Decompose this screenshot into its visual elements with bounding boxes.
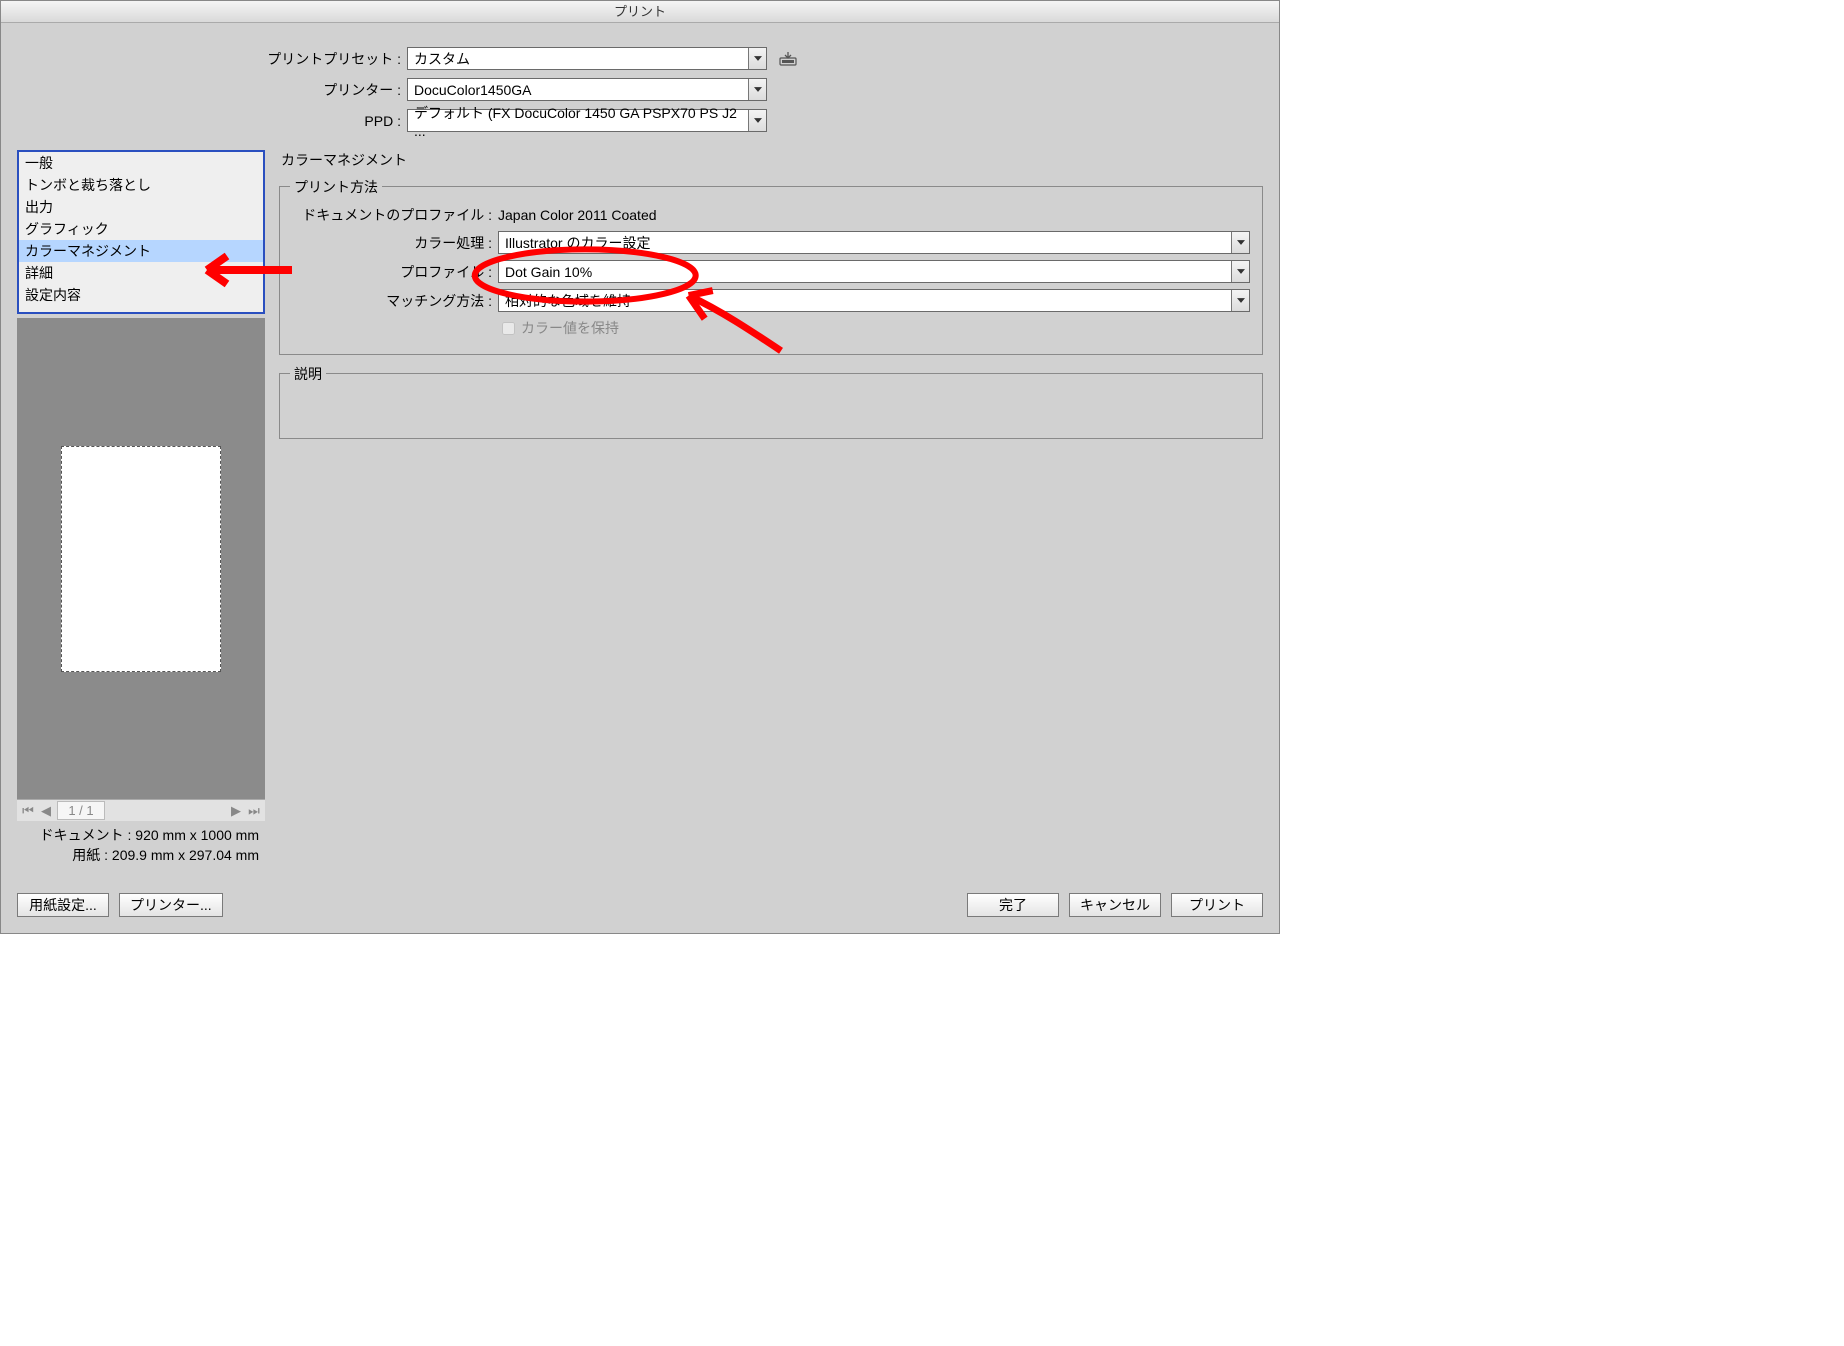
color-handling-dropdown[interactable]: Illustrator のカラー設定 xyxy=(498,231,1250,254)
preserve-color-checkbox xyxy=(502,322,515,335)
window-title: プリント xyxy=(1,1,1279,23)
button-bar: 用紙設定... プリンター... 完了 キャンセル プリント xyxy=(17,893,1263,917)
category-item[interactable]: 一般 xyxy=(19,152,263,174)
preset-dropdown[interactable]: カスタム xyxy=(407,47,767,70)
nav-next-icon[interactable]: ▶ xyxy=(229,803,243,819)
print-method-fieldset: プリント方法 ドキュメントのプロファイル : Japan Color 2011 … xyxy=(279,186,1263,355)
chevron-down-icon xyxy=(748,79,766,100)
profile-dropdown[interactable]: Dot Gain 10% xyxy=(498,260,1250,283)
printer-value: DocuColor1450GA xyxy=(414,82,532,98)
document-info: ドキュメント : 920 mm x 1000 mm 用紙 : 209.9 mm … xyxy=(17,821,265,873)
category-item[interactable]: 設定内容 xyxy=(19,284,263,306)
preset-value: カスタム xyxy=(414,49,470,69)
category-item[interactable]: グラフィック xyxy=(19,218,263,240)
preserve-color-row: カラー値を保持 xyxy=(502,318,1250,338)
paper-dimensions: 用紙 : 209.9 mm x 297.04 mm xyxy=(23,845,259,865)
doc-profile-value: Japan Color 2011 Coated xyxy=(498,207,657,223)
preset-row: プリントプリセット : カスタム xyxy=(17,47,1263,70)
nav-prev-icon[interactable]: ◀ xyxy=(39,803,53,819)
profile-row: プロファイル : Dot Gain 10% xyxy=(292,260,1250,283)
top-select-area: プリントプリセット : カスタム プリンター : xyxy=(17,47,1263,132)
cancel-button[interactable]: キャンセル xyxy=(1069,893,1161,917)
nav-last-icon[interactable]: ⏭ xyxy=(247,803,261,819)
intent-dropdown[interactable]: 相対的な色域を維持 xyxy=(498,289,1250,312)
category-item[interactable]: トンボと裁ち落とし xyxy=(19,174,263,196)
ppd-label: PPD : xyxy=(17,113,401,129)
preserve-color-label: カラー値を保持 xyxy=(521,318,619,338)
printer-row: プリンター : DocuColor1450GA xyxy=(17,78,1263,101)
print-dialog-window: プリント プリントプリセット : カスタム xyxy=(0,0,1280,934)
chevron-down-icon xyxy=(1231,232,1249,253)
category-item[interactable]: カラーマネジメント xyxy=(19,240,263,262)
profile-value: Dot Gain 10% xyxy=(505,264,592,280)
right-button-group: 完了 キャンセル プリント xyxy=(967,893,1263,917)
profile-label: プロファイル : xyxy=(292,262,492,282)
intent-row: マッチング方法 : 相対的な色域を維持 xyxy=(292,289,1250,312)
intent-label: マッチング方法 : xyxy=(292,291,492,311)
preview-page-wrap xyxy=(17,318,265,799)
page-setup-button[interactable]: 用紙設定... xyxy=(17,893,109,917)
category-item[interactable]: 出力 xyxy=(19,196,263,218)
left-column: 一般トンボと裁ち落とし出力グラフィックカラーマネジメント詳細設定内容 ⏮ ◀ ▶… xyxy=(17,150,265,873)
print-button[interactable]: プリント xyxy=(1171,893,1263,917)
chevron-down-icon xyxy=(1231,290,1249,311)
category-list[interactable]: 一般トンボと裁ち落とし出力グラフィックカラーマネジメント詳細設定内容 xyxy=(17,150,265,314)
color-handling-row: カラー処理 : Illustrator のカラー設定 xyxy=(292,231,1250,254)
right-column: カラーマネジメント プリント方法 ドキュメントのプロファイル : Japan C… xyxy=(279,150,1263,873)
page-indicator-input[interactable] xyxy=(57,801,105,820)
preset-label: プリントプリセット : xyxy=(17,49,401,69)
printer-dropdown[interactable]: DocuColor1450GA xyxy=(407,78,767,101)
ppd-row: PPD : デフォルト (FX DocuColor 1450 GA PSPX70… xyxy=(17,109,1263,132)
color-handling-label: カラー処理 : xyxy=(292,233,492,253)
printer-settings-button[interactable]: プリンター... xyxy=(119,893,223,917)
chevron-down-icon xyxy=(748,48,766,69)
ppd-value: デフォルト (FX DocuColor 1450 GA PSPX70 PS J2… xyxy=(414,103,748,139)
intent-value: 相対的な色域を維持 xyxy=(505,291,631,311)
chevron-down-icon xyxy=(748,110,766,131)
doc-profile-row: ドキュメントのプロファイル : Japan Color 2011 Coated xyxy=(292,205,1250,225)
preview-pane: ⏮ ◀ ▶ ⏭ ドキュメント : 920 mm x 1000 mm 用紙 : 2… xyxy=(17,318,265,873)
doc-dimensions: ドキュメント : 920 mm x 1000 mm xyxy=(23,825,259,845)
description-fieldset: 説明 xyxy=(279,373,1263,439)
left-button-group: 用紙設定... プリンター... xyxy=(17,893,223,917)
section-heading: カラーマネジメント xyxy=(281,150,1263,170)
doc-profile-label: ドキュメントのプロファイル : xyxy=(292,205,492,225)
description-legend: 説明 xyxy=(290,364,326,384)
save-preset-icon[interactable] xyxy=(777,50,799,68)
color-handling-value: Illustrator のカラー設定 xyxy=(505,233,650,253)
done-button[interactable]: 完了 xyxy=(967,893,1059,917)
ppd-dropdown[interactable]: デフォルト (FX DocuColor 1450 GA PSPX70 PS J2… xyxy=(407,109,767,132)
printer-label: プリンター : xyxy=(17,80,401,100)
chevron-down-icon xyxy=(1231,261,1249,282)
print-method-legend: プリント方法 xyxy=(290,177,382,197)
dialog-body: プリントプリセット : カスタム プリンター : xyxy=(1,23,1279,933)
preview-nav: ⏮ ◀ ▶ ⏭ xyxy=(17,799,265,821)
preview-page xyxy=(61,446,221,672)
main-columns: 一般トンボと裁ち落とし出力グラフィックカラーマネジメント詳細設定内容 ⏮ ◀ ▶… xyxy=(17,150,1263,873)
category-item[interactable]: 詳細 xyxy=(19,262,263,284)
nav-first-icon[interactable]: ⏮ xyxy=(21,803,35,819)
